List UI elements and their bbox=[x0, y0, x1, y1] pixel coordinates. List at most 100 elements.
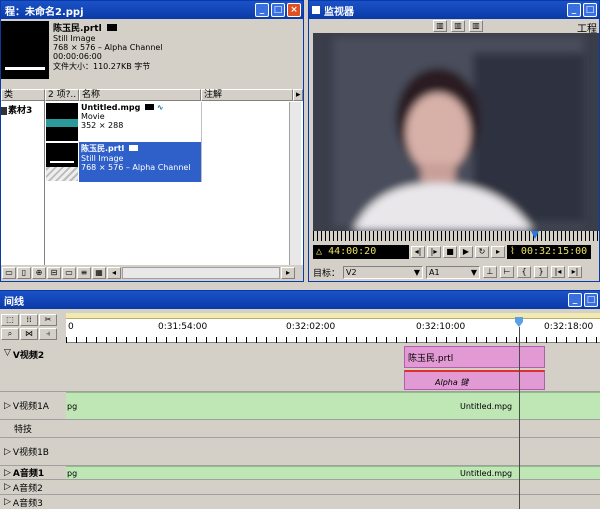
expand-icon[interactable]: ▷ bbox=[4, 482, 11, 492]
scroll-left-icon[interactable]: ◂ bbox=[107, 267, 121, 279]
lift-icon[interactable]: ⊥ bbox=[483, 266, 498, 278]
expand-icon[interactable]: ▷ bbox=[4, 497, 11, 507]
bin-icon[interactable]: ▭ bbox=[2, 267, 16, 279]
loop-icon[interactable]: ↻ bbox=[475, 246, 489, 258]
monitor-titlebar[interactable]: 监视器 _ □ bbox=[309, 1, 599, 19]
item-type: Still Image bbox=[81, 154, 124, 163]
track-label: A音频2 bbox=[12, 483, 43, 494]
clip-label: pg bbox=[67, 402, 78, 411]
storyboard-icon[interactable]: ⊟ bbox=[47, 267, 61, 279]
track-label: V视频1B bbox=[12, 448, 49, 458]
expand-icon[interactable]: ▷ bbox=[4, 468, 11, 478]
selection-tool-icon[interactable]: ⬚ bbox=[1, 314, 19, 326]
target-video-value: V2 bbox=[346, 267, 357, 277]
bin-header[interactable]: 类 bbox=[1, 89, 45, 101]
playhead-strip[interactable] bbox=[313, 231, 599, 241]
project-titlebar[interactable]: 程：未命名2.ppj _ □ × bbox=[1, 1, 303, 19]
horizontal-scrollbar[interactable] bbox=[122, 267, 280, 279]
track-header-a1[interactable]: ▷ A音频1 bbox=[0, 466, 66, 480]
still-badge-icon bbox=[129, 145, 139, 151]
track-header-v1a[interactable]: ▷ V视频1A bbox=[0, 392, 66, 420]
trim-view-icon[interactable]: ▥ bbox=[469, 20, 483, 32]
play-in-out-icon[interactable]: ▸ bbox=[491, 246, 505, 258]
transport-controls: △ 44:00:20 ◂| |▸ ■ ▶ ↻ ▸ ⌇ 00:32:15:00 bbox=[313, 243, 599, 261]
expand-icon[interactable]: ▷ bbox=[4, 401, 11, 411]
monitor-header: ▥ ▥ ▥ 工程 bbox=[309, 19, 599, 35]
track-select-tool-icon[interactable]: ⁞⁞ bbox=[20, 314, 38, 326]
track-label: A音频1 bbox=[12, 469, 45, 479]
clip-label: pg bbox=[67, 469, 78, 478]
target-row: 目标： V2 ▼ A1 ▼ ⊥ ⊢ { } |◂ ▸| bbox=[313, 264, 599, 280]
monitor-icon bbox=[312, 6, 320, 14]
expand-icon[interactable]: ▽ bbox=[4, 348, 11, 358]
link-tool-icon[interactable]: ⫞ bbox=[39, 328, 57, 340]
ruler-label: 0:31:54:00 bbox=[158, 322, 208, 332]
alpha-key-clip[interactable]: Alpha 键 bbox=[404, 370, 545, 390]
playhead-marker[interactable] bbox=[531, 231, 539, 239]
timeline-titlebar[interactable]: 间线 _ □ bbox=[0, 291, 600, 309]
play-icon[interactable]: ▶ bbox=[459, 246, 473, 258]
close-icon[interactable]: × bbox=[287, 3, 301, 17]
delete-icon[interactable]: ▭ bbox=[62, 267, 76, 279]
preview-filesize: 文件大小：110.27KB 字节 bbox=[53, 62, 151, 71]
go-out-icon[interactable]: ▸| bbox=[568, 266, 583, 278]
scissors-icon: ⌇ bbox=[510, 246, 515, 257]
minimize-icon[interactable]: _ bbox=[567, 3, 581, 17]
preview-name: 陈玉民.prtl bbox=[53, 24, 102, 34]
clip-thumb bbox=[46, 143, 78, 181]
list-item[interactable]: Untitled.mpg ∿ Movie 352 × 288 bbox=[45, 102, 201, 142]
track-header-a3[interactable]: ▷ A音频3 bbox=[0, 495, 66, 509]
mark-in-icon[interactable]: { bbox=[517, 266, 532, 278]
extract-icon[interactable]: ⊢ bbox=[500, 266, 515, 278]
mark-out-icon[interactable]: } bbox=[534, 266, 549, 278]
ruler-label: 0 bbox=[68, 322, 74, 332]
list-view-icon[interactable]: ≡ bbox=[77, 267, 91, 279]
title-clip[interactable]: 陈玉民.prtl bbox=[404, 346, 545, 368]
column-note[interactable]: 注解 bbox=[201, 89, 293, 101]
maximize-icon[interactable]: □ bbox=[271, 3, 285, 17]
minimize-icon[interactable]: _ bbox=[568, 293, 582, 307]
ripple-tool-icon[interactable]: ⋈ bbox=[20, 328, 38, 340]
track-label: V视频1A bbox=[12, 402, 49, 412]
find-icon[interactable]: ⊕ bbox=[32, 267, 46, 279]
target-video-select[interactable]: V2 ▼ bbox=[343, 265, 424, 279]
single-view-icon[interactable]: ▥ bbox=[433, 20, 447, 32]
preview-area: 陈玉民.prtl Still Image 768 × 576 – Alpha C… bbox=[1, 19, 303, 87]
item-name: 陈玉民.prtl bbox=[81, 144, 125, 153]
item-type: Movie bbox=[81, 112, 105, 121]
program-viewer bbox=[313, 33, 599, 231]
step-back-icon[interactable]: ◂| bbox=[411, 246, 425, 258]
current-timecode[interactable]: 00:32:15:00 bbox=[521, 246, 587, 257]
vertical-scrollbar[interactable] bbox=[289, 102, 301, 265]
target-audio-select[interactable]: A1 ▼ bbox=[426, 265, 481, 279]
icon-view-icon[interactable]: ▦ bbox=[92, 267, 106, 279]
track-header-v2[interactable]: ▽ V视频2 bbox=[0, 344, 66, 392]
monitor-window: 监视器 _ □ ▥ ▥ ▥ 工程 △ 44:00:20 ◂| |▸ ■ ▶ ↻ … bbox=[308, 0, 600, 282]
stop-icon[interactable]: ■ bbox=[443, 246, 457, 258]
minimize-icon[interactable]: _ bbox=[255, 3, 269, 17]
folder-icon[interactable]: ▯ bbox=[17, 267, 31, 279]
playhead-marker[interactable] bbox=[515, 317, 523, 327]
preview-duration: 00:00:06:00 bbox=[53, 52, 102, 61]
razor-tool-icon[interactable]: ✂ bbox=[39, 314, 57, 326]
item-count: 2 项?.. bbox=[45, 89, 79, 101]
column-arrow-icon[interactable]: ▸ bbox=[293, 89, 303, 101]
preview-type: Still Image bbox=[53, 34, 96, 43]
step-forward-icon[interactable]: |▸ bbox=[427, 246, 441, 258]
track-header-a2[interactable]: ▷ A音频2 bbox=[0, 480, 66, 495]
scroll-right-icon[interactable]: ▸ bbox=[281, 267, 295, 279]
maximize-icon[interactable]: □ bbox=[583, 3, 597, 17]
column-name[interactable]: 名称 bbox=[79, 89, 201, 101]
track-header-v1b[interactable]: ▷ V视频1B bbox=[0, 438, 66, 466]
still-badge-icon bbox=[106, 24, 117, 31]
dual-view-icon[interactable]: ▥ bbox=[451, 20, 465, 32]
edit-line[interactable] bbox=[519, 327, 520, 509]
go-in-icon[interactable]: |◂ bbox=[551, 266, 566, 278]
list-item[interactable]: 陈玉民.prtl Still Image 768 × 576 – Alpha C… bbox=[45, 142, 201, 182]
bin-folder[interactable]: 素材3 bbox=[1, 103, 45, 117]
track-header-transition[interactable]: 特技 bbox=[0, 420, 66, 438]
maximize-icon[interactable]: □ bbox=[584, 293, 598, 307]
item-size: 352 × 288 bbox=[81, 121, 124, 130]
expand-icon[interactable]: ▷ bbox=[4, 447, 11, 457]
zoom-tool-icon[interactable]: ⌕ bbox=[1, 328, 19, 340]
